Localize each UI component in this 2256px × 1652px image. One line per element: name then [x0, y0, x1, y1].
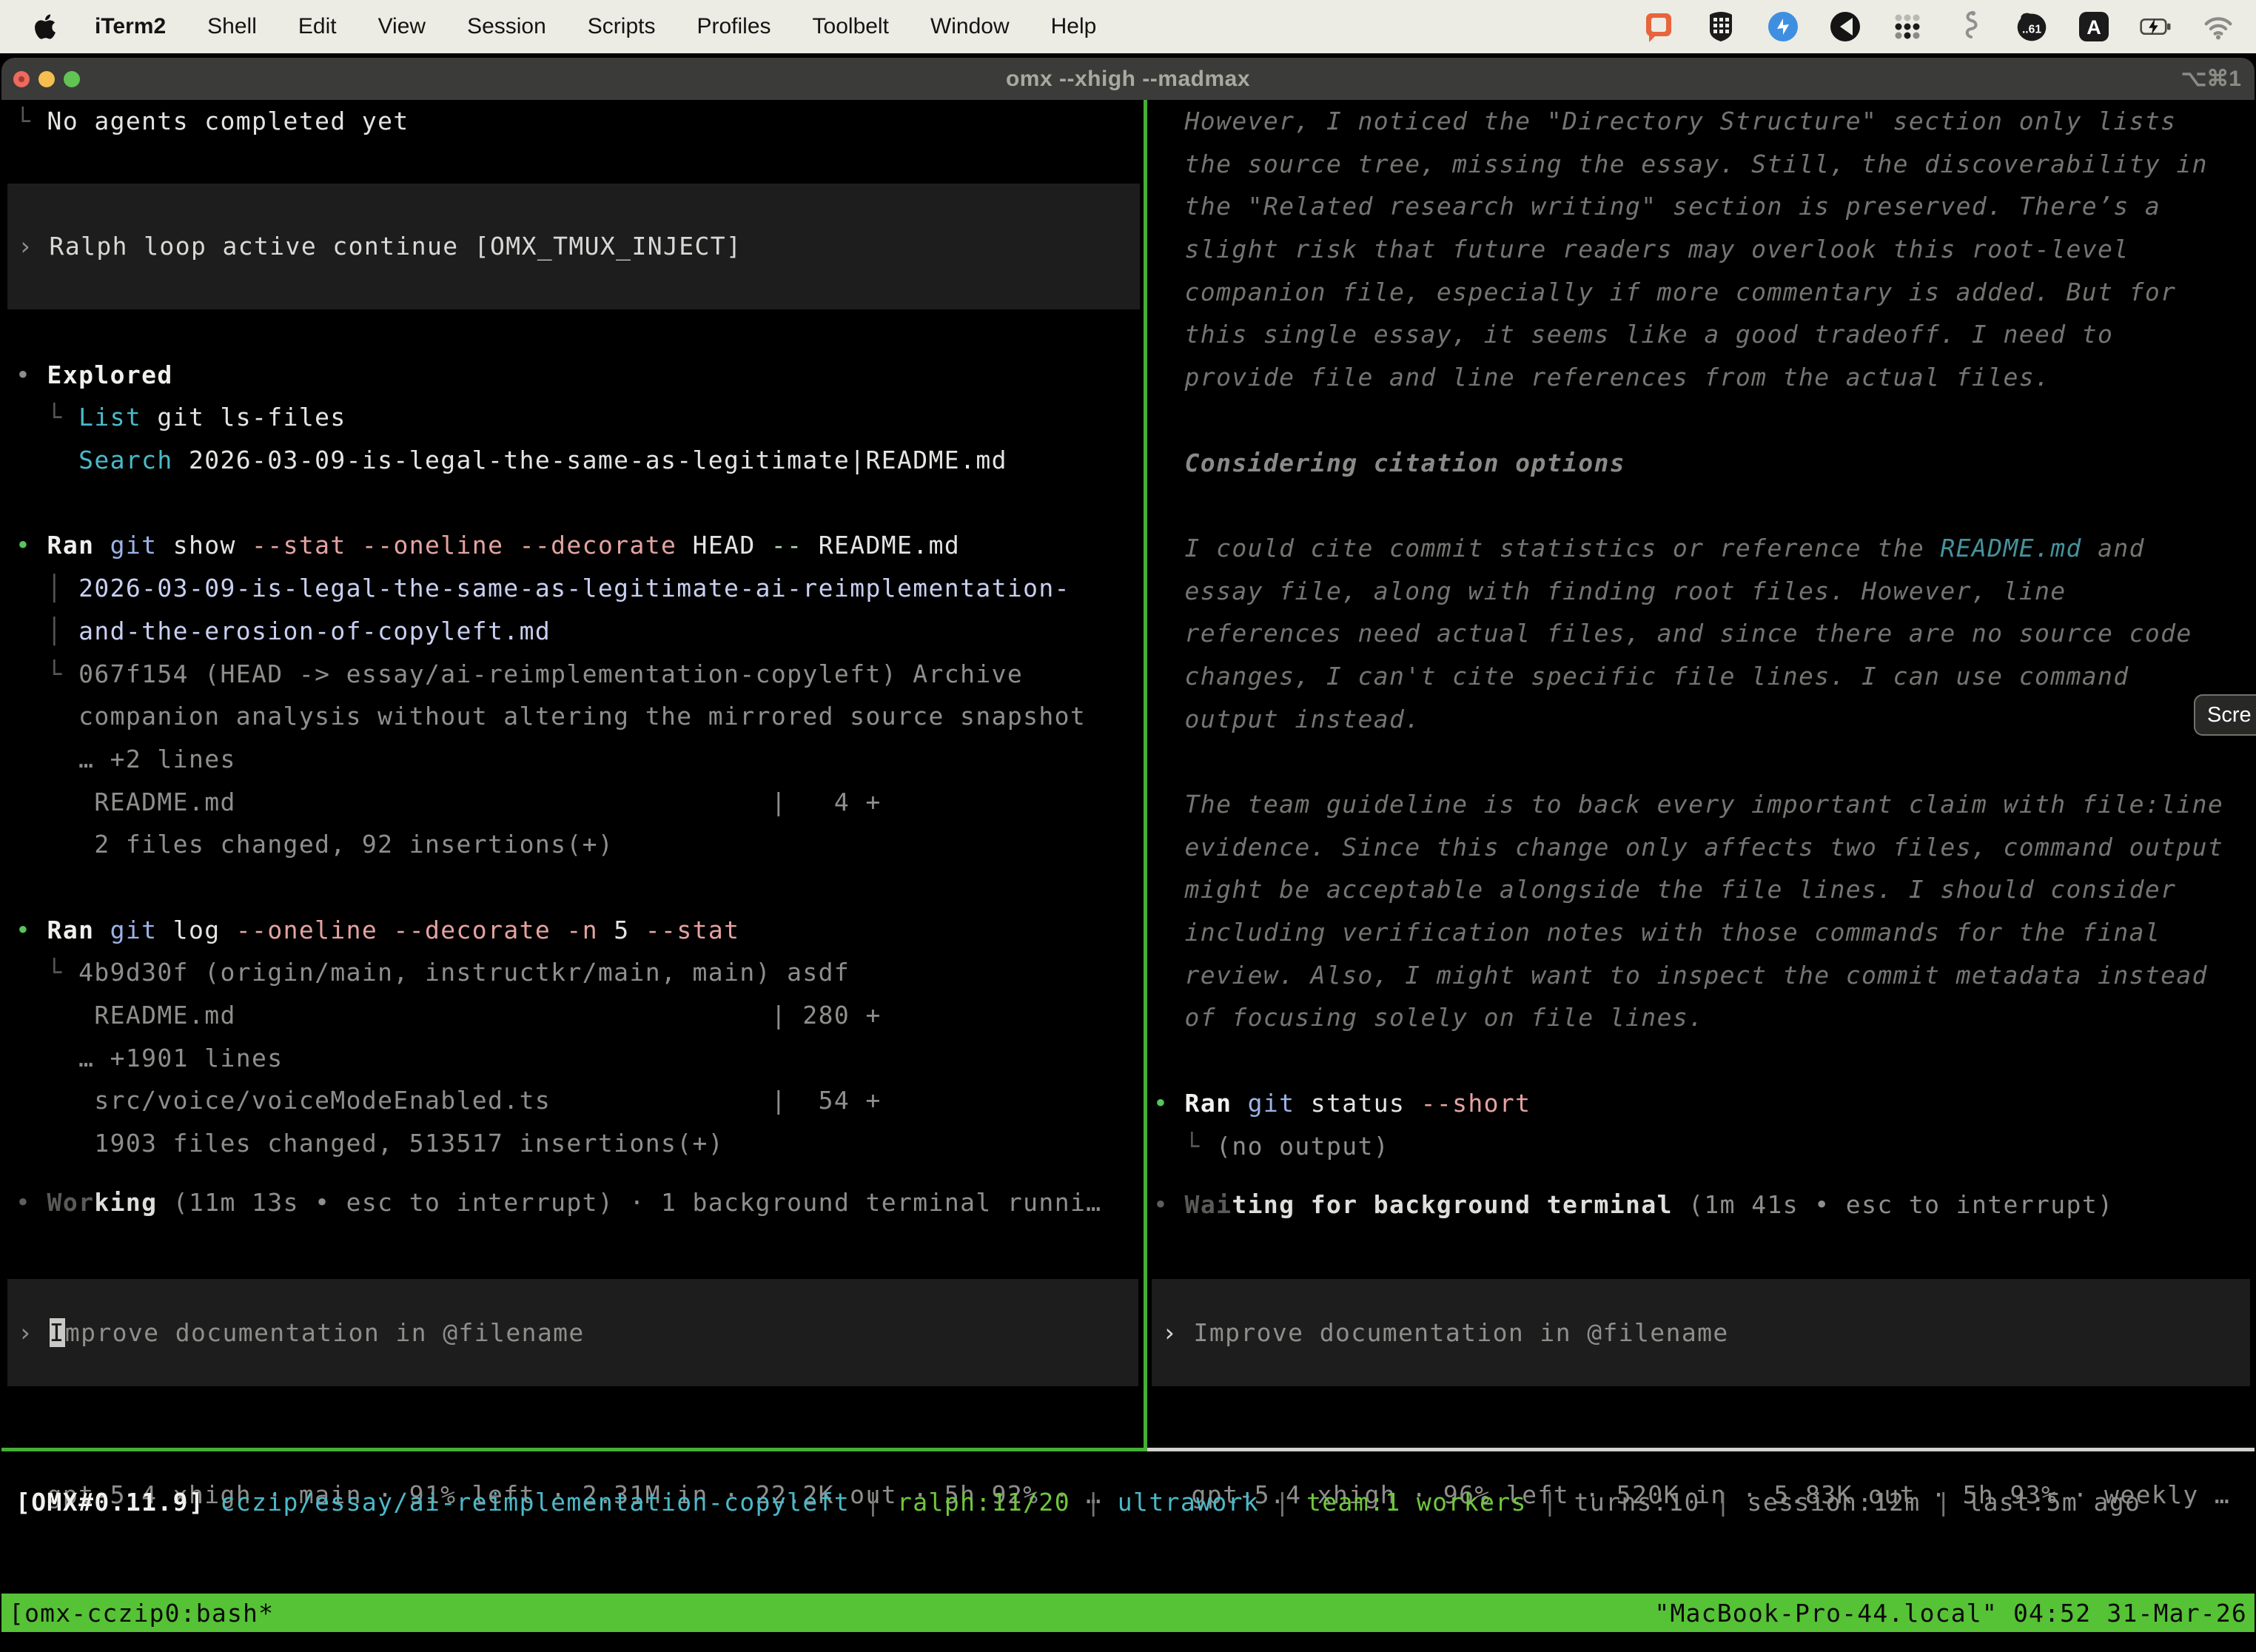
- prompt-input-right[interactable]: › Improve documentation in @filename: [1152, 1279, 2250, 1386]
- battery-icon[interactable]: [2139, 10, 2173, 44]
- terminal-line: • Waiting for background terminal (1m 41…: [1152, 1183, 2252, 1226]
- terminal-line: companion analysis without altering the …: [7, 695, 1140, 738]
- terminal-line: [1152, 484, 2252, 527]
- terminal-line: the source tree, missing the essay. Stil…: [1152, 143, 2252, 186]
- window-title-bar[interactable]: omx --xhigh --madmax ⌥⌘1: [1, 58, 2255, 100]
- menu-profiles[interactable]: Profiles: [696, 14, 771, 39]
- terminal-line: Considering citation options: [1152, 442, 2252, 485]
- menu-scripts[interactable]: Scripts: [588, 14, 656, 39]
- tmux-status-bar: [omx-cczip0:bash* "MacBook-Pro-44.local"…: [1, 1594, 2255, 1632]
- terminal-line: • Explored: [7, 354, 1140, 397]
- tmux-session-label: [omx-cczip0:bash*: [9, 1599, 274, 1628]
- terminal-line: • Working (11m 13s • esc to interrupt) ·…: [7, 1181, 1140, 1224]
- spacer: [1152, 1167, 2252, 1183]
- spacer: [7, 309, 1140, 354]
- window-hotkey-indicator: ⌥⌘1: [2181, 66, 2241, 92]
- menu-window[interactable]: Window: [930, 14, 1010, 39]
- terminal-line: Search 2026-03-09-is-legal-the-same-as-l…: [7, 439, 1140, 482]
- apple-menu-icon[interactable]: [34, 12, 59, 41]
- terminal-area: └ No agents completed yet › Ralph loop ac…: [1, 100, 2255, 1652]
- model-stats-left: gpt-5.4 xhigh · main · 91% left · 2.31M …: [7, 1388, 1101, 1431]
- screen-recording-tooltip[interactable]: Scre: [2194, 694, 2256, 736]
- terminal-line: README.md | 4 +: [7, 781, 1140, 824]
- wifi-icon[interactable]: [2201, 10, 2235, 44]
- terminal-line: • Ran git show --stat --oneline --decora…: [7, 524, 1140, 567]
- tmux-host-clock-label: "MacBook-Pro-44.local" 04:52 31-Mar-26: [1654, 1599, 2247, 1628]
- meter-badge-label: ..61: [2022, 23, 2041, 36]
- menu-shell[interactable]: Shell: [207, 14, 257, 39]
- spacer: [7, 1165, 1140, 1181]
- terminal-line: • Ran git status --short: [1152, 1082, 2252, 1125]
- terminal-line: └ No agents completed yet: [7, 100, 1140, 143]
- shield-grid-icon[interactable]: [1704, 10, 1738, 44]
- terminal-line: └ List git ls-files: [7, 396, 1140, 439]
- terminal-line: this single essay, it seems like a good …: [1152, 313, 2252, 356]
- terminal-line: [1152, 1039, 2252, 1082]
- terminal-line: • Ran git log --oneline --decorate -n 5 …: [7, 909, 1140, 952]
- menu-help[interactable]: Help: [1051, 14, 1097, 39]
- terminal-line: └ 067f154 (HEAD -> essay/ai-reimplementa…: [7, 653, 1140, 696]
- omx-status-bar: [OMX#0.11.9] cczip/essay/ai-reimplementa…: [16, 1481, 2141, 1524]
- inject-banner: › Ralph loop active continue [OMX_TMUX_I…: [7, 184, 1140, 309]
- input-source-label: A: [2087, 16, 2101, 38]
- terminal-line: essay file, along with finding root file…: [1152, 570, 2252, 613]
- terminal-line: The team guideline is to back every impo…: [1152, 783, 2252, 826]
- terminal-line: 1903 files changed, 513517 insertions(+): [7, 1122, 1140, 1165]
- terminal-line: evidence. Since this change only affects…: [1152, 826, 2252, 869]
- menu-edit[interactable]: Edit: [298, 14, 337, 39]
- prompt-input-left[interactable]: › Improve documentation in @filename: [7, 1279, 1138, 1386]
- terminal-line: └ 4b9d30f (origin/main, instructkr/main,…: [7, 951, 1140, 994]
- dark-disc-icon[interactable]: [1828, 10, 1862, 44]
- terminal-line: including verification notes with those …: [1152, 911, 2252, 954]
- terminal-line: might be acceptable alongside the file l…: [1152, 868, 2252, 911]
- pane-divider-vertical[interactable]: [1144, 100, 1147, 1451]
- terminal-line: the "Related research writing" section i…: [1152, 185, 2252, 228]
- dots-grid-icon[interactable]: [1890, 10, 1924, 44]
- spacer: [7, 143, 1140, 184]
- input-source-icon[interactable]: A: [2077, 10, 2111, 44]
- terminal-line: │ 2026-03-09-is-legal-the-same-as-legiti…: [7, 567, 1140, 610]
- menu-view[interactable]: View: [378, 14, 426, 39]
- terminal-line: │ and-the-erosion-of-copyleft.md: [7, 610, 1140, 653]
- terminal-line: I could cite commit statistics or refere…: [1152, 527, 2252, 570]
- terminal-line: [1152, 399, 2252, 442]
- menu-bar-status-icons: ..61 A: [1642, 10, 2235, 44]
- menu-session[interactable]: Session: [467, 14, 546, 39]
- agent-pane-right[interactable]: However, I noticed the "Directory Struct…: [1152, 100, 2252, 1448]
- terminal-line: output instead.: [1152, 698, 2252, 741]
- iterm2-window: omx --xhigh --madmax ⌥⌘1 └ No agents com…: [1, 58, 2255, 1652]
- terminal-line: slight risk that future readers may over…: [1152, 228, 2252, 271]
- agent-pane-left[interactable]: └ No agents completed yet › Ralph loop ac…: [7, 100, 1140, 1448]
- terminal-line: └ (no output): [1152, 1125, 2252, 1168]
- terminal-line: 2 files changed, 92 insertions(+): [7, 823, 1140, 866]
- meter-badge-icon[interactable]: ..61: [2015, 10, 2049, 44]
- orange-chat-app-icon[interactable]: [1642, 10, 1676, 44]
- blue-badge-icon[interactable]: [1766, 10, 1800, 44]
- model-stats-right: gpt-5.4 xhigh · 96% left · 520K in · 5.8…: [1152, 1388, 2230, 1431]
- terminal-line: … +2 lines: [7, 738, 1140, 781]
- terminal-line: However, I noticed the "Directory Struct…: [1152, 100, 2252, 143]
- terminal-line: … +1901 lines: [7, 1037, 1140, 1080]
- terminal-line: of focusing solely on file lines.: [1152, 996, 2252, 1039]
- terminal-line: provide file and line references from th…: [1152, 356, 2252, 399]
- macos-menu-bar: iTerm2 Shell Edit View Session Scripts P…: [0, 0, 2256, 53]
- menu-toolbelt[interactable]: Toolbelt: [813, 14, 889, 39]
- terminal-line: companion file, especially if more comme…: [1152, 271, 2252, 314]
- terminal-line: [1152, 740, 2252, 783]
- menu-iterm2[interactable]: iTerm2: [95, 14, 166, 39]
- terminal-line: src/voice/voiceModeEnabled.ts | 54 +: [7, 1079, 1140, 1122]
- terminal-line: [7, 866, 1140, 909]
- terminal-line: README.md | 280 +: [7, 994, 1140, 1037]
- window-title: omx --xhigh --madmax: [1, 67, 2255, 92]
- terminal-line: references need actual files, and since …: [1152, 612, 2252, 655]
- terminal-line: review. Also, I might want to inspect th…: [1152, 954, 2252, 997]
- terminal-line: [7, 482, 1140, 525]
- terminal-line: changes, I can't cite specific file line…: [1152, 655, 2252, 698]
- squiggle-icon[interactable]: [1953, 10, 1987, 44]
